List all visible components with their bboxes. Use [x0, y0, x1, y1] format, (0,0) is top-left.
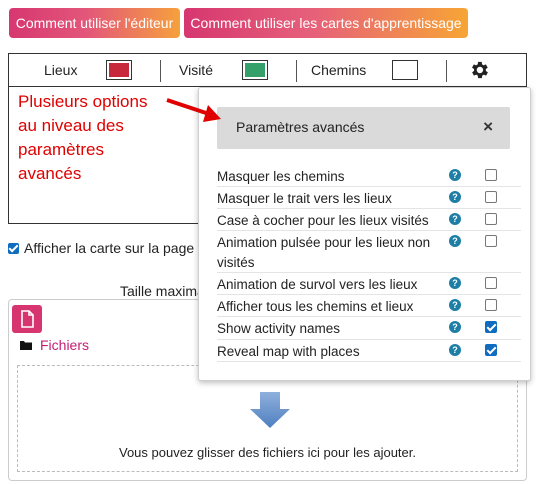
editor-help-button[interactable]: Comment utiliser l'éditeur — [9, 8, 180, 38]
option-row: Masquer le trait vers les lieux? — [217, 186, 521, 209]
option-row: Reveal map with places? — [217, 339, 521, 362]
option-label: Animation pulsée pour les lieux non visi… — [217, 235, 431, 270]
option-row: Show activity names? — [217, 316, 521, 340]
annotation-line: au niveau des — [18, 116, 124, 135]
option-row: Case à cocher pour les lieux visités? — [217, 208, 521, 231]
help-icon[interactable]: ? — [449, 299, 461, 311]
panel-header: Paramètres avancés × — [217, 107, 510, 149]
toolbar-divider — [296, 60, 297, 82]
help-icon[interactable]: ? — [449, 191, 461, 203]
places-color-swatch — [109, 63, 129, 77]
annotation-text: Plusieurs options au niveau des paramètr… — [18, 90, 178, 186]
panel-title: Paramètres avancés — [236, 119, 365, 135]
help-icon[interactable]: ? — [449, 321, 461, 333]
option-row: Masquer les chemins? — [217, 164, 521, 187]
option-row: Afficher tous les chemins et lieux? — [217, 294, 521, 317]
places-color-picker[interactable] — [106, 60, 132, 80]
advanced-settings-panel: Paramètres avancés × Masquer les chemins… — [198, 87, 531, 381]
add-file-button[interactable] — [12, 305, 42, 333]
option-row: Animation pulsée pour les lieux non visi… — [217, 230, 521, 273]
paths-label: Chemins — [311, 62, 367, 78]
places-label: Lieux — [44, 62, 78, 78]
paths-color-swatch — [395, 63, 415, 77]
cards-help-button[interactable]: Comment utiliser les cartes d'apprentiss… — [184, 8, 468, 38]
visited-color-swatch — [245, 63, 265, 77]
option-checkbox[interactable] — [485, 213, 497, 225]
option-label: Afficher tous les chemins et lieux — [217, 299, 414, 314]
folder-breadcrumb[interactable]: Fichiers — [20, 337, 89, 353]
gear-icon[interactable] — [468, 59, 490, 86]
option-row: Animation de survol vers les lieux? — [217, 272, 521, 295]
folder-icon — [20, 337, 32, 353]
option-label: Reveal map with places — [217, 344, 360, 359]
option-label: Show activity names — [217, 321, 341, 336]
option-checkbox[interactable] — [485, 344, 497, 356]
show-map-checkbox-row[interactable]: Afficher la carte sur la page d — [8, 240, 206, 256]
option-label: Masquer les chemins — [217, 169, 345, 184]
help-icon[interactable]: ? — [449, 235, 461, 247]
red-arrow-icon — [166, 98, 221, 122]
drop-arrow-icon — [249, 392, 291, 433]
annotation-line: Plusieurs options — [18, 92, 148, 111]
option-checkbox[interactable] — [485, 235, 497, 247]
close-icon[interactable]: × — [483, 117, 493, 137]
option-checkbox[interactable] — [485, 277, 497, 289]
help-icon[interactable]: ? — [449, 344, 461, 356]
max-size-label: Taille maxima — [120, 283, 205, 299]
map-toolbar: Lieux Visité Chemins — [8, 53, 527, 87]
toolbar-divider — [446, 60, 447, 82]
option-checkbox[interactable] — [485, 321, 497, 333]
option-checkbox[interactable] — [485, 299, 497, 311]
visited-color-picker[interactable] — [242, 60, 268, 80]
visited-label: Visité — [179, 62, 213, 78]
folder-label[interactable]: Fichiers — [40, 337, 89, 353]
option-checkbox[interactable] — [485, 169, 497, 181]
annotation-line: avancés — [18, 164, 82, 183]
option-label: Masquer le trait vers les lieux — [217, 191, 392, 206]
help-icon[interactable]: ? — [449, 169, 461, 181]
show-map-label: Afficher la carte sur la page d — [24, 240, 206, 256]
show-map-checkbox[interactable] — [8, 243, 19, 254]
toolbar-divider — [160, 60, 161, 82]
option-checkbox[interactable] — [485, 191, 497, 203]
option-label: Case à cocher pour les lieux visités — [217, 213, 429, 228]
option-label: Animation de survol vers les lieux — [217, 277, 418, 292]
help-icon[interactable]: ? — [449, 213, 461, 225]
help-icon[interactable]: ? — [449, 277, 461, 289]
annotation-line: paramètres — [18, 140, 104, 159]
file-icon — [21, 310, 34, 328]
paths-color-picker[interactable] — [392, 60, 418, 80]
drop-hint: Vous pouvez glisser des fichiers ici pou… — [119, 445, 416, 460]
